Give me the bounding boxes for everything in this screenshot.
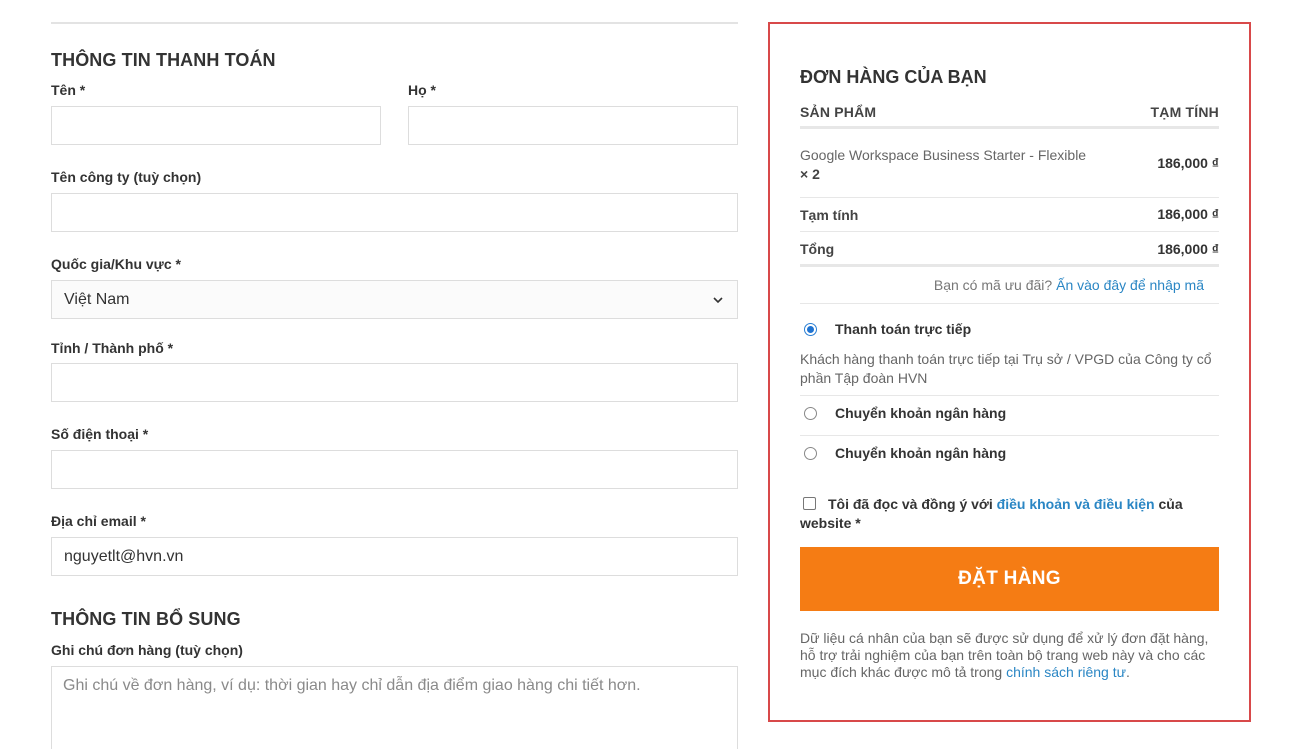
top-divider [51, 22, 738, 24]
privacy-text: Dữ liệu cá nhân của bạn sẽ được sử dụng … [800, 630, 1209, 680]
subtotal-label: Tạm tính [800, 207, 859, 223]
place-order-button[interactable]: ĐẶT HÀNG [800, 547, 1219, 611]
terms-link[interactable]: điều khoản và điều kiện [997, 496, 1155, 512]
product-quantity: × 2 [800, 166, 820, 182]
last-name-input[interactable] [408, 106, 738, 145]
coupon-text: Bạn có mã ưu đãi? [933, 277, 1053, 293]
company-label: Tên công ty (tuỳ chọn) [51, 169, 202, 185]
product-price: 186,000 ₫ [1157, 155, 1219, 171]
coupon-link[interactable]: Ấn vào đây để nhập mã [1056, 277, 1204, 293]
privacy-policy-link[interactable]: chính sách riêng tư [1006, 664, 1126, 680]
email-label: Địa chỉ email * [51, 513, 146, 529]
total-label: Tổng [800, 241, 835, 257]
city-input[interactable] [51, 363, 738, 402]
order-notes-textarea[interactable] [51, 666, 738, 749]
radio-unchecked-icon[interactable] [804, 446, 817, 460]
order-notes-label: Ghi chú đơn hàng (tuỳ chọn) [51, 642, 243, 658]
privacy-end: . [1125, 664, 1130, 680]
payment-option-label: Chuyển khoản ngân hàng [835, 405, 1007, 421]
product-column-header: SẢN PHẨM [800, 104, 877, 120]
payment-option-bank-2[interactable]: Chuyển khoản ngân hàng [800, 445, 1006, 461]
phone-label: Số điện thoại * [51, 426, 149, 442]
order-table-header: SẢN PHẨM TẠM TÍNH [800, 104, 1219, 120]
terms-checkbox[interactable] [803, 497, 816, 510]
company-input[interactable] [51, 193, 738, 232]
radio-unchecked-icon[interactable] [804, 406, 817, 420]
header-divider [800, 126, 1219, 129]
subtotal-column-header: TẠM TÍNH [1150, 104, 1219, 120]
payment-option-label: Chuyển khoản ngân hàng [835, 445, 1007, 461]
country-label: Quốc gia/Khu vực * [51, 256, 181, 272]
total-divider [800, 264, 1219, 267]
order-review-box: ĐƠN HÀNG CỦA BẠN SẢN PHẨM TẠM TÍNH Googl… [768, 22, 1251, 722]
payment-divider [800, 435, 1219, 436]
country-select[interactable]: Việt Nam [51, 280, 738, 319]
total-value: 186,000 ₫ [1157, 241, 1219, 257]
phone-input[interactable] [51, 450, 738, 489]
terms-agreement: Tôi đã đọc và đồng ý với điều khoản và đ… [800, 495, 1219, 533]
subtotal-value: 186,000 ₫ [1157, 206, 1219, 222]
first-name-input[interactable] [51, 106, 381, 145]
payment-option-label: Thanh toán trực tiếp [835, 321, 972, 337]
product-title: Google Workspace Business Starter - Flex… [800, 147, 1087, 163]
last-name-label: Họ * [408, 82, 436, 98]
chevron-down-icon [713, 296, 723, 303]
row-divider [800, 231, 1219, 232]
first-name-label: Tên * [51, 82, 86, 98]
additional-info-title: THÔNG TIN BỔ SUNG [51, 609, 241, 629]
product-name: Google Workspace Business Starter - Flex… [800, 146, 1130, 184]
order-title: ĐƠN HÀNG CỦA BẠN [800, 67, 987, 87]
payment-option-bank-1[interactable]: Chuyển khoản ngân hàng [800, 405, 1006, 421]
privacy-notice: Dữ liệu cá nhân của bạn sẽ được sử dụng … [800, 630, 1219, 681]
billing-title: THÔNG TIN THANH TOÁN [51, 50, 276, 70]
radio-checked-icon[interactable] [804, 322, 817, 336]
payment-option-direct[interactable]: Thanh toán trực tiếp [800, 321, 971, 337]
terms-prefix: Tôi đã đọc và đồng ý với [828, 496, 993, 512]
row-divider [800, 197, 1219, 198]
coupon-prompt: Bạn có mã ưu đãi? Ấn vào đây để nhập mã [800, 277, 1204, 293]
payment-divider [800, 395, 1219, 396]
city-label: Tỉnh / Thành phố * [51, 340, 174, 356]
country-selected-value: Việt Nam [64, 290, 130, 308]
coupon-divider [800, 303, 1219, 304]
email-input[interactable] [51, 537, 738, 576]
payment-description: Khách hàng thanh toán trực tiếp tại Trụ … [800, 351, 1212, 386]
